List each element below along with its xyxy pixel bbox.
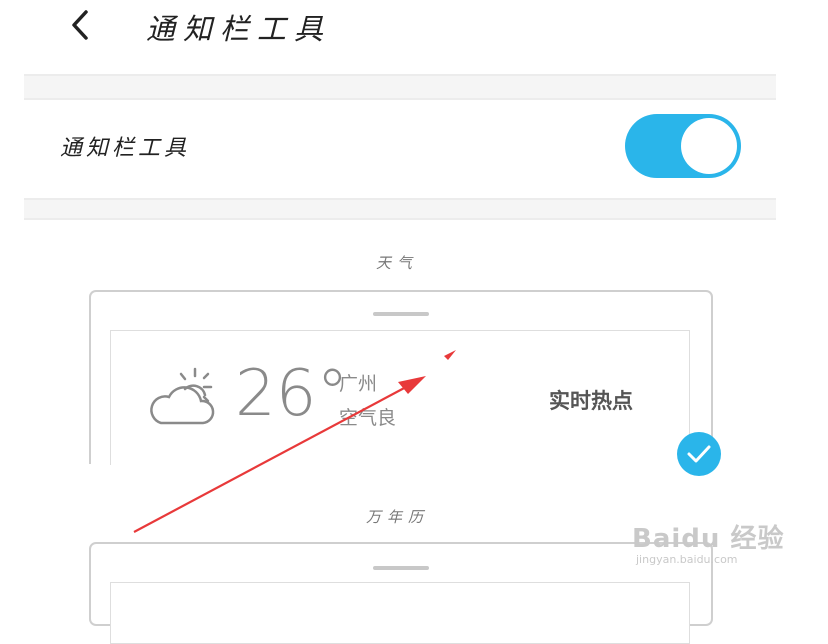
page-title: 通知栏工具: [146, 12, 332, 46]
drag-handle: [373, 566, 429, 570]
watermark-main: Baidu 经验: [632, 524, 785, 554]
notification-preview: 26° 广州 空气良 实时热点: [110, 330, 690, 465]
notification-tool-toggle[interactable]: [625, 114, 741, 178]
air-quality: 空气良: [339, 407, 397, 429]
temperature: 26°: [235, 357, 349, 431]
calendar-style-card[interactable]: [89, 542, 713, 644]
back-chevron-icon[interactable]: [64, 8, 98, 42]
baidu-watermark: Baidu 经验 jingyan.baidu.com: [632, 518, 784, 566]
weather-style-card[interactable]: 26° 广州 空气良 实时热点: [89, 290, 713, 465]
section-divider: [24, 74, 776, 100]
check-icon[interactable]: [677, 432, 721, 476]
notification-tool-label: 通知栏工具: [60, 136, 191, 161]
city-name: 广州: [339, 373, 378, 395]
partly-cloudy-sun-icon: [150, 367, 215, 425]
toggle-knob: [681, 118, 737, 174]
weather-caption: 天气: [376, 254, 419, 272]
section-divider: [24, 198, 776, 220]
drag-handle: [373, 312, 429, 316]
calendar-caption: 万年历: [366, 508, 430, 526]
calendar-preview: [110, 582, 690, 644]
realtime-hot-button[interactable]: 实时热点: [549, 385, 633, 415]
